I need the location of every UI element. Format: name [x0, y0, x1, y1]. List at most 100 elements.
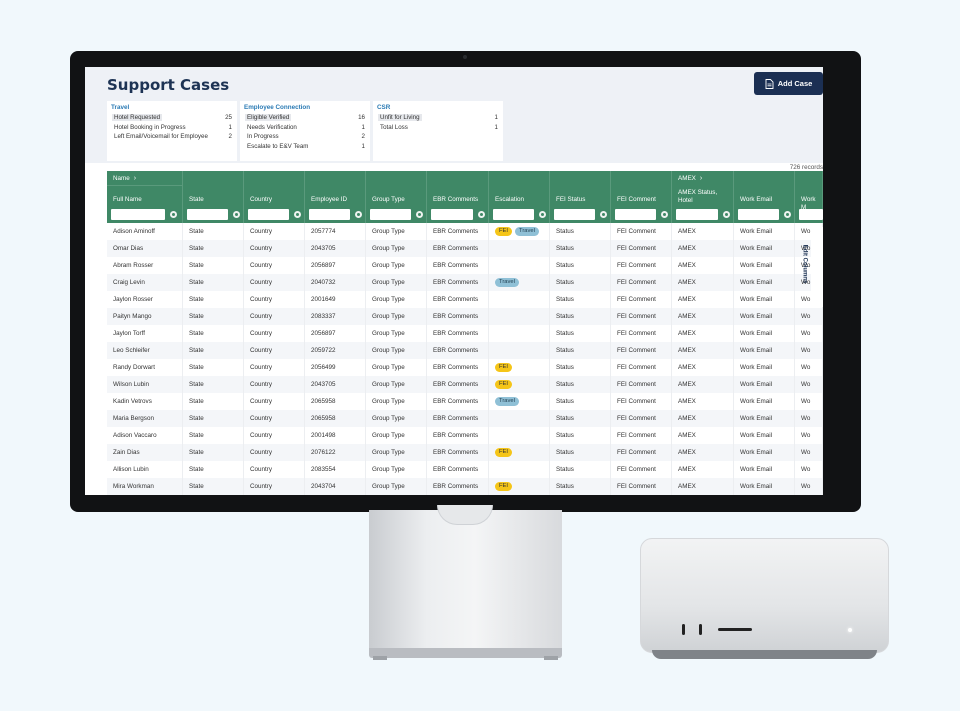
summary-item[interactable]: Left Email/Voicemail for Employee 2 — [111, 132, 233, 142]
record-count: 726 records — [789, 164, 823, 171]
fei-comment-cell: FEI Comment — [611, 342, 672, 359]
add-case-button[interactable]: Add Case — [754, 72, 823, 95]
state-cell: State — [183, 325, 244, 342]
fei-status-cell: Status — [550, 291, 611, 308]
work-mobile-cell: Wo — [795, 359, 823, 376]
table-row[interactable]: Maria Bergson State Country 2065958 Group Ty… — [107, 410, 823, 427]
group-type-cell: Group Type — [366, 393, 427, 410]
work-mobile-cell: Wo — [795, 342, 823, 359]
gear-icon[interactable] — [721, 209, 732, 220]
gear-icon[interactable] — [292, 209, 303, 220]
fei-comment-cell: FEI Comment — [611, 359, 672, 376]
table-row[interactable]: Wilson Lubin State Country 2043705 Group Typ… — [107, 376, 823, 393]
table-row[interactable]: Paityn Mango State Country 2083337 Group Typ… — [107, 308, 823, 325]
column-header[interactable]: Name › Full Name — [107, 171, 183, 223]
column-header[interactable]: Employee ID — [305, 171, 366, 223]
group-type-cell: Group Type — [366, 410, 427, 427]
column-header[interactable]: FEI Comment — [611, 171, 672, 223]
column-filter-input[interactable] — [799, 209, 823, 220]
column-header[interactable]: Country — [244, 171, 305, 223]
table-row[interactable]: Craig Levin State Country 2040732 Group Type… — [107, 274, 823, 291]
column-group-header[interactable]: Name › — [113, 175, 136, 182]
column-filter-input[interactable] — [370, 209, 411, 220]
table-header: Name › Full Name State Country Employee ID Gro… — [107, 171, 823, 223]
table-row[interactable]: Randy Dorwart State Country 2056499 Group Ty… — [107, 359, 823, 376]
fei-status-cell: Status — [550, 257, 611, 274]
table-row[interactable]: Adison Vaccaro State Country 2001498 Group T… — [107, 427, 823, 444]
column-filter-input[interactable] — [738, 209, 779, 220]
gear-icon[interactable] — [414, 209, 425, 220]
country-cell: Country — [244, 308, 305, 325]
ebr-comments-cell: EBR Comments — [427, 376, 489, 393]
escalation-cell — [489, 325, 550, 342]
summary-item[interactable]: Needs Verification 1 — [244, 123, 366, 133]
table-row[interactable]: Abram Rosser State Country 2056897 Group Typ… — [107, 257, 823, 274]
table-row[interactable]: Jaylon Torff State Country 2056897 Group Typ… — [107, 325, 823, 342]
escalation-cell — [489, 461, 550, 478]
summary-item-label: Total Loss — [380, 123, 408, 131]
amex-status-cell: AMEX — [672, 240, 734, 257]
column-header[interactable]: EBR Comments — [427, 171, 489, 223]
gear-icon[interactable] — [476, 209, 487, 220]
table-row[interactable]: Omar Dias State Country 2043705 Group Type EB… — [107, 240, 823, 257]
column-filter-input[interactable] — [615, 209, 656, 220]
country-cell: Country — [244, 410, 305, 427]
table-row[interactable]: Kadin Vetrovs State Country 2065958 Group Ty… — [107, 393, 823, 410]
group-type-cell: Group Type — [366, 478, 427, 495]
summary-item[interactable]: In Progress 2 — [244, 132, 366, 142]
summary-item-count: 1 — [361, 143, 365, 151]
gear-icon[interactable] — [168, 209, 179, 220]
table-row[interactable]: Allison Lubin State Country 2083554 Group Ty… — [107, 461, 823, 478]
full-name-cell: Zain Dias — [107, 444, 183, 461]
column-header[interactable]: Work M — [795, 171, 823, 223]
usb-c-port — [699, 624, 702, 635]
table-row[interactable]: Adison Aminoff State Country 2057774 Group T… — [107, 223, 823, 240]
work-mobile-cell: Wo — [795, 427, 823, 444]
column-filter-input[interactable] — [676, 209, 718, 220]
column-group-label: Name — [113, 175, 130, 182]
gear-icon[interactable] — [782, 209, 793, 220]
gear-icon[interactable] — [537, 209, 548, 220]
table-row[interactable]: Mira Workman State Country 2043704 Group Typ… — [107, 478, 823, 495]
column-header[interactable]: Escalation — [489, 171, 550, 223]
column-filter-input[interactable] — [187, 209, 228, 220]
column-filter-input[interactable] — [248, 209, 289, 220]
column-header[interactable]: FEI Status — [550, 171, 611, 223]
column-filter-input[interactable] — [431, 209, 473, 220]
document-icon — [765, 78, 774, 89]
work-email-cell: Work Email — [734, 427, 795, 444]
table-row[interactable]: Zain Dias State Country 2076122 Group Type EB… — [107, 444, 823, 461]
summary-item[interactable]: Unfit for Living 1 — [377, 113, 499, 123]
edit-columns-tab[interactable]: Edit Columns — [801, 227, 823, 307]
work-email-cell: Work Email — [734, 257, 795, 274]
gear-icon[interactable] — [598, 209, 609, 220]
summary-item[interactable]: Hotel Booking in Progress 1 — [111, 123, 233, 133]
fei-status-cell: Status — [550, 308, 611, 325]
column-filter-input[interactable] — [554, 209, 595, 220]
table-row[interactable]: Leo Schleifer State Country 2059722 Group Ty… — [107, 342, 823, 359]
column-header[interactable]: AMEX › AMEX Status, Hotel — [672, 171, 734, 223]
work-email-cell: Work Email — [734, 325, 795, 342]
summary-item[interactable]: Total Loss 1 — [377, 123, 499, 133]
column-group-header[interactable]: AMEX › — [678, 175, 702, 182]
gear-icon[interactable] — [231, 209, 242, 220]
gear-icon[interactable] — [353, 209, 364, 220]
gear-icon[interactable] — [659, 209, 670, 220]
group-type-cell: Group Type — [366, 325, 427, 342]
summary-item[interactable]: Eligible Verified 16 — [244, 113, 366, 123]
column-header[interactable]: Work Email — [734, 171, 795, 223]
full-name-cell: Mira Workman — [107, 478, 183, 495]
summary-item-count: 2 — [361, 133, 365, 141]
state-cell: State — [183, 240, 244, 257]
fei-badge: FEI — [495, 226, 513, 236]
summary-item[interactable]: Hotel Requested 25 — [111, 113, 233, 123]
summary-item[interactable]: Escalate to E&V Team 1 — [244, 142, 366, 152]
ebr-comments-cell: EBR Comments — [427, 410, 489, 427]
column-filter-input[interactable] — [493, 209, 534, 220]
column-header[interactable]: Group Type — [366, 171, 427, 223]
column-header[interactable]: State — [183, 171, 244, 223]
employee-id-cell: 2001649 — [305, 291, 366, 308]
table-row[interactable]: Jaylon Rosser State Country 2001649 Group Ty… — [107, 291, 823, 308]
column-filter-input[interactable] — [309, 209, 350, 220]
column-filter-input[interactable] — [111, 209, 165, 220]
